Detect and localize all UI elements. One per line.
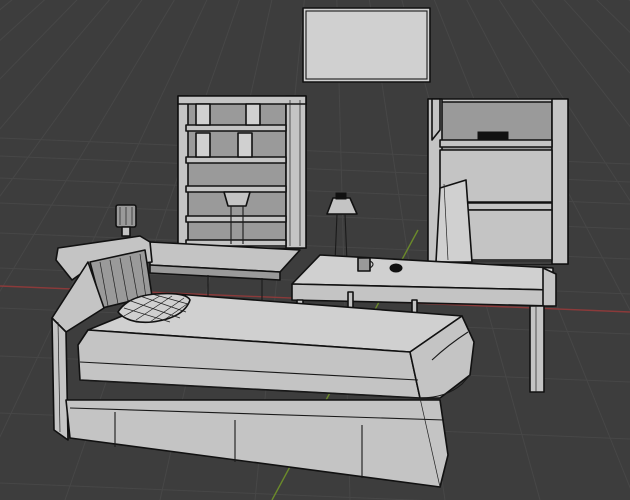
bookshelf-left[interactable] [177,95,307,249]
bookshelf-right[interactable] [427,98,569,265]
floor-lamp[interactable] [326,192,358,263]
table-lamp[interactable] [115,204,137,237]
3d-viewport[interactable] [0,0,630,500]
mug[interactable] [357,257,374,272]
scene-canvas[interactable] [0,0,630,500]
cup[interactable] [389,263,403,273]
wall-frame[interactable] [302,7,431,83]
